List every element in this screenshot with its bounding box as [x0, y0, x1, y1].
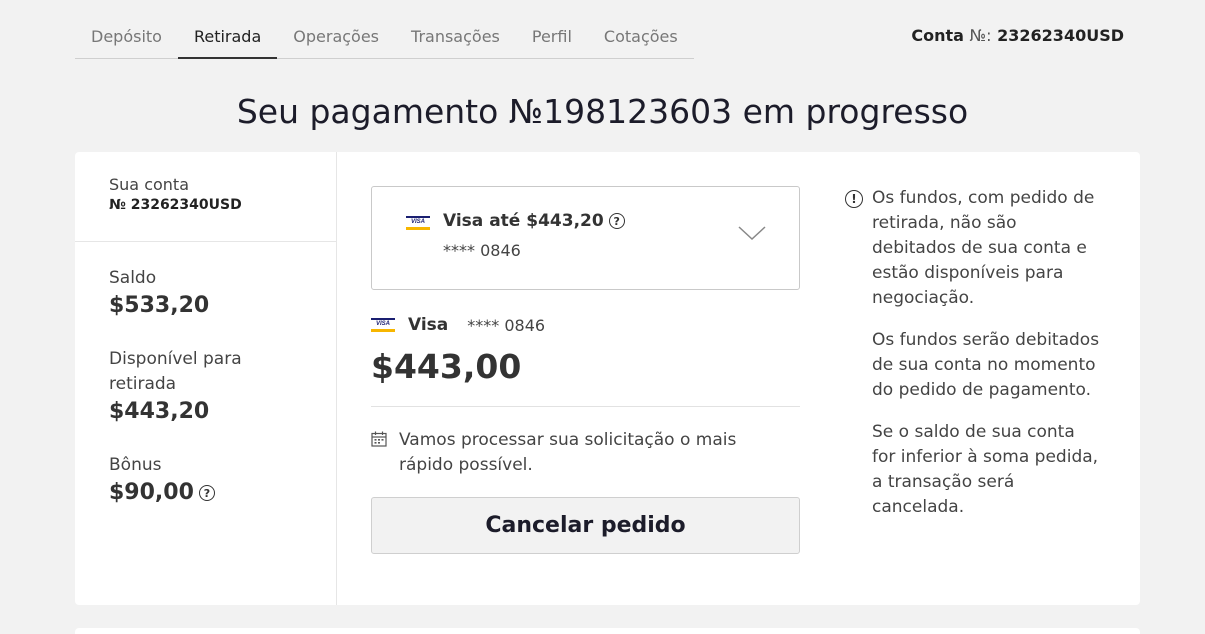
- payment-method-card-mask: **** 0846: [443, 241, 521, 260]
- card-name: Visa: [408, 315, 449, 335]
- next-card: [75, 628, 1140, 634]
- bonus-stat: Bônus $90,00 ?: [109, 453, 279, 508]
- tab-operacoes[interactable]: Operações: [277, 18, 395, 59]
- tab-retirada[interactable]: Retirada: [177, 18, 278, 59]
- balance-stat: Saldo $533,20: [109, 266, 279, 321]
- visa-logo-icon: VISA: [371, 318, 395, 332]
- bonus-label: Bônus: [109, 455, 162, 475]
- processing-notice-text: Vamos processar sua solicitação o mais r…: [399, 430, 737, 475]
- tab-transacoes[interactable]: Transações: [395, 18, 516, 59]
- account-box-label: Sua conta: [109, 175, 189, 194]
- available-value: $443,20: [109, 399, 210, 424]
- tab-perfil[interactable]: Perfil: [516, 18, 588, 59]
- account-box: Sua conta № 23262340USD: [75, 152, 336, 242]
- account-number-header: Conta №: 23262340USD: [911, 26, 1124, 45]
- balance-label: Saldo: [109, 268, 157, 288]
- account-summary: Sua conta № 23262340USD Saldo $533,20 Di…: [75, 152, 337, 605]
- account-sign: №:: [969, 26, 992, 45]
- payment-method-title: Visa até $443,20 ?: [443, 211, 625, 231]
- account-label: Conta: [911, 26, 964, 45]
- payment-card: Sua conta № 23262340USD Saldo $533,20 Di…: [75, 152, 1140, 605]
- bonus-row: $90,00 ?: [109, 478, 279, 508]
- selected-card-row: VISA Visa **** 0846: [371, 315, 545, 335]
- payment-amount: $443,00: [371, 347, 522, 386]
- card-mask: **** 0846: [467, 315, 546, 335]
- info-paragraph: Se o saldo de sua conta for inferior à s…: [872, 422, 1099, 517]
- payment-method-select[interactable]: VISA Visa até $443,20 ? **** 0846: [371, 186, 800, 290]
- tab-deposito[interactable]: Depósito: [75, 18, 178, 59]
- tab-cotacoes[interactable]: Cotações: [588, 18, 694, 59]
- info-paragraph: Os fundos, com pedido de retirada, não s…: [872, 188, 1095, 308]
- calendar-icon: [371, 431, 387, 447]
- visa-logo-icon: VISA: [406, 216, 430, 230]
- available-label: Disponível para retirada: [109, 349, 242, 394]
- payment-method-prefix: Visa até: [443, 211, 527, 231]
- available-stat: Disponível para retirada $443,20: [109, 347, 279, 427]
- page-title: Seu pagamento №198123603 em progresso: [236, 92, 969, 131]
- account-box-number: № 23262340USD: [109, 197, 242, 213]
- question-circle-icon[interactable]: ?: [198, 485, 215, 501]
- cancel-request-button[interactable]: Cancelar pedido: [371, 497, 800, 554]
- chevron-down-icon[interactable]: [738, 225, 766, 241]
- processing-notice: Vamos processar sua solicitação o mais r…: [371, 428, 771, 478]
- info-paragraph: Os fundos serão debitados de sua conta n…: [872, 330, 1100, 400]
- top-nav: Depósito Retirada Operações Transações P…: [75, 18, 694, 59]
- bonus-value: $90,00: [109, 480, 194, 505]
- divider: [371, 406, 800, 407]
- payment-method-limit: $443,20: [526, 211, 604, 231]
- account-number: 23262340USD: [997, 26, 1124, 45]
- balance-value: $533,20: [109, 293, 210, 318]
- info-circle-icon: !: [845, 190, 863, 208]
- info-text: Os fundos, com pedido de retirada, não s…: [872, 186, 1102, 537]
- question-circle-icon[interactable]: ?: [608, 213, 625, 229]
